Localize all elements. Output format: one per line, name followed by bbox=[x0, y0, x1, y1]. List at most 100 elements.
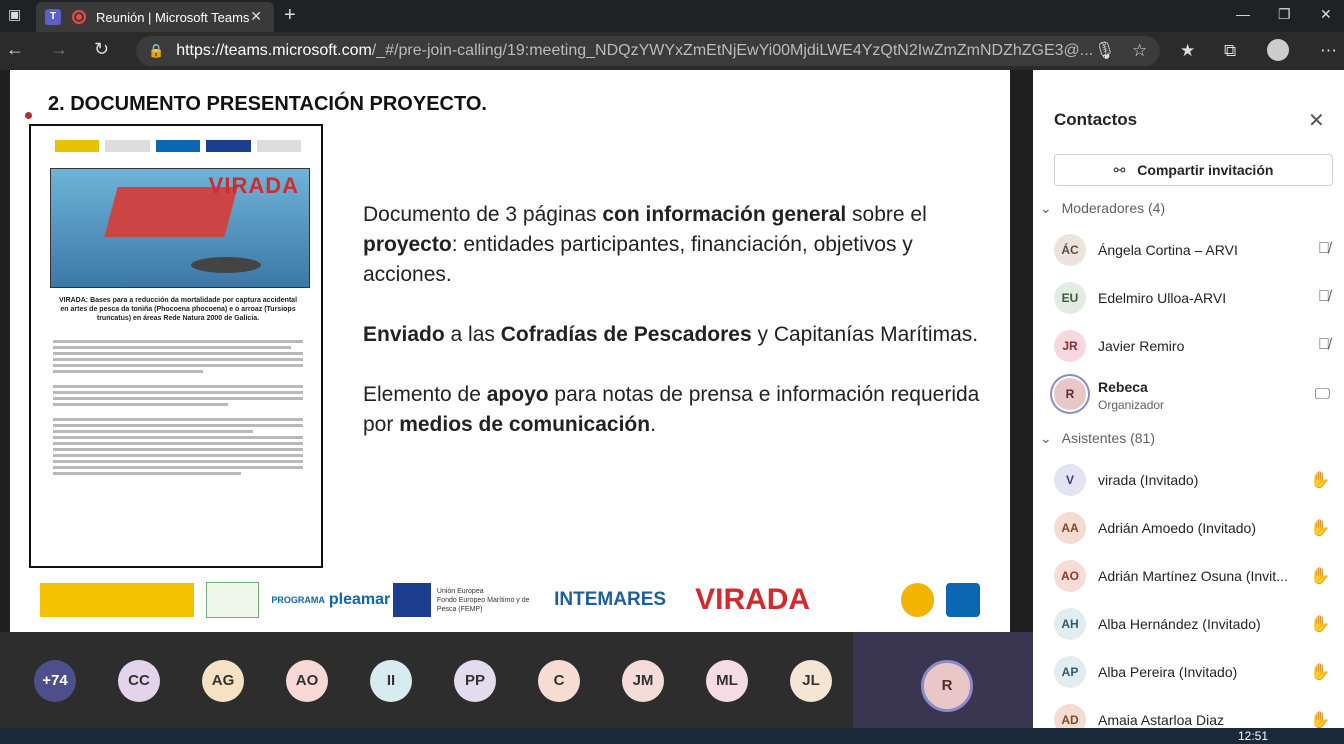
sponsor-logos: PROGRAMA pleamar Unión Europea Fondo Europ… bbox=[40, 580, 980, 620]
participant-avatar[interactable]: PP bbox=[454, 660, 496, 702]
fundacion-biodiversidad-logo bbox=[205, 582, 260, 618]
browser-tab-bar: ▣ T Reunión | Microsoft Teams ✕ + — ❐ ✕ bbox=[0, 0, 1344, 32]
favorites-icon[interactable]: ★ bbox=[1180, 41, 1195, 61]
close-tab-icon[interactable]: ✕ bbox=[250, 8, 262, 25]
document-banner-image: VIRADA bbox=[50, 168, 310, 288]
attendee-item[interactable]: AP Alba Pereira (Invitado) ✋ bbox=[1054, 656, 1344, 696]
panel-title: Contactos bbox=[1054, 110, 1138, 129]
moderator-item[interactable]: JR Javier Remiro 🎙̸ bbox=[1054, 330, 1344, 370]
person-name: Rebeca bbox=[1098, 379, 1148, 395]
add-favorite-icon[interactable]: ☆ bbox=[1132, 41, 1147, 61]
participant-avatar[interactable]: CC bbox=[118, 660, 160, 702]
raise-hand-icon: ✋ bbox=[1310, 472, 1330, 489]
person-name: Ángela Cortina – ARVI bbox=[1098, 242, 1238, 258]
avatar: JR bbox=[1054, 330, 1086, 362]
tab-actions-icon[interactable]: ▣ bbox=[8, 6, 21, 23]
attendee-item[interactable]: AA Adrián Amoedo (Invitado) ✋ bbox=[1054, 512, 1344, 552]
moderators-section-header[interactable]: ⌄ Moderadores (4) bbox=[1040, 200, 1165, 217]
person-name: virada (Invitado) bbox=[1098, 472, 1199, 488]
avatar: V bbox=[1054, 464, 1086, 496]
raise-hand-icon: ✋ bbox=[1310, 712, 1330, 729]
raise-hand-icon: ✋ bbox=[1310, 616, 1330, 633]
participant-avatar[interactable]: C bbox=[538, 660, 580, 702]
slide-paragraph-1: Documento de 3 páginas con información g… bbox=[363, 203, 927, 286]
slide-paragraph-3: Elemento de apoyo para notas de prensa e… bbox=[363, 383, 980, 436]
more-icon[interactable]: ⋯ bbox=[1320, 41, 1337, 61]
moderator-item[interactable]: R Rebeca Organizador 🖵 bbox=[1054, 376, 1344, 420]
mic-off-icon: 🎙̸ bbox=[1318, 288, 1330, 305]
intemares-logo: INTEMARES bbox=[554, 589, 667, 610]
participants-strip: +74 CC AG AO II PP C JM ML JL R bbox=[0, 632, 1033, 728]
participant-avatar[interactable]: ML bbox=[706, 660, 748, 702]
person-name: Alba Pereira (Invitado) bbox=[1098, 664, 1238, 680]
moderator-item[interactable]: EU Edelmiro Ulloa-ARVI 🎙̸ bbox=[1054, 282, 1344, 322]
person-name: Amaia Astarloa Diaz bbox=[1098, 712, 1225, 728]
url-host: https://teams.microsoft.com bbox=[176, 42, 372, 59]
person-name: Alba Hernández (Invitado) bbox=[1098, 616, 1261, 632]
attendee-item[interactable]: AO Adrián Martínez Osuna (Invit... ✋ bbox=[1054, 560, 1344, 600]
moderator-item[interactable]: ÁC Ángela Cortina – ARVI 🎙̸ bbox=[1054, 234, 1344, 274]
back-icon[interactable]: ← bbox=[6, 39, 24, 60]
maximize-icon[interactable]: ❐ bbox=[1278, 6, 1291, 23]
slide-title: 2. DOCUMENTO PRESENTACIÓN PROYECTO. bbox=[48, 93, 487, 115]
tab-title: Reunión | Microsoft Teams bbox=[96, 9, 250, 25]
avatar: R bbox=[1054, 378, 1086, 410]
document-thumbnail: VIRADA VIRADA: Bases para a reducción da… bbox=[29, 124, 323, 568]
raise-hand-icon: ✋ bbox=[1310, 520, 1330, 537]
chevron-down-icon: ⌄ bbox=[1040, 200, 1052, 216]
participant-avatar[interactable]: JM bbox=[622, 660, 664, 702]
address-bar[interactable]: 🔒 https://teams.microsoft.com/_#/pre-joi… bbox=[136, 36, 1160, 66]
participant-avatar[interactable]: AO bbox=[286, 660, 328, 702]
refresh-icon[interactable]: ↻ bbox=[94, 39, 109, 60]
gobierno-logo bbox=[40, 583, 194, 617]
slide-body-text: Documento de 3 páginas con información g… bbox=[363, 200, 983, 470]
avatar: AO bbox=[1054, 560, 1086, 592]
close-window-icon[interactable]: ✕ bbox=[1320, 6, 1332, 23]
browser-nav-bar: ← → ↻ 🔒 https://teams.microsoft.com/_#/p… bbox=[0, 32, 1344, 70]
tab-teams-meeting[interactable]: T Reunión | Microsoft Teams ✕ bbox=[36, 2, 274, 32]
raise-hand-icon: ✋ bbox=[1310, 568, 1330, 585]
avatar: AA bbox=[1054, 512, 1086, 544]
document-heading: VIRADA: Bases para a reducción da mortal… bbox=[58, 297, 298, 322]
avatar: ÁC bbox=[1054, 234, 1086, 266]
mic-off-icon: 🎙̸ bbox=[1318, 240, 1330, 257]
participant-avatar[interactable]: JL bbox=[790, 660, 832, 702]
clock: 12:51 bbox=[1238, 729, 1269, 743]
document-banner-title: VIRADA bbox=[208, 173, 299, 198]
share-invite-label: Compartir invitación bbox=[1137, 162, 1274, 178]
person-role: Organizador bbox=[1098, 398, 1165, 412]
virada-logo: VIRADA bbox=[695, 583, 811, 616]
lock-icon: 🔒 bbox=[148, 43, 165, 58]
self-video-tile[interactable]: R bbox=[853, 632, 1033, 728]
microphone-icon[interactable]: 🎙 bbox=[1094, 41, 1116, 61]
person-name: Javier Remiro bbox=[1098, 338, 1185, 354]
slide-paragraph-2: Enviado a las Cofradías de Pescadores y … bbox=[363, 323, 979, 346]
profile-avatar[interactable] bbox=[1267, 39, 1289, 61]
url-path: /_#/pre-join-calling/19:meeting_NDQzYWYx… bbox=[371, 42, 1094, 59]
teams-icon: T bbox=[45, 9, 61, 25]
dolphin-illustration bbox=[191, 257, 261, 273]
attendee-item[interactable]: AH Alba Hernández (Invitado) ✋ bbox=[1054, 608, 1344, 648]
close-icon[interactable]: ✕ bbox=[1308, 108, 1325, 133]
contacts-panel: Contactos ✕ ⚯ Compartir invitación ⌄ Mod… bbox=[1033, 70, 1344, 744]
raise-hand-icon: ✋ bbox=[1310, 664, 1330, 681]
union-europea-logo: Unión Europea Fondo Europeo Marítimo y de… bbox=[393, 583, 542, 617]
cofradia-logo bbox=[900, 583, 935, 617]
screen-share-icon: 🖵 bbox=[1314, 386, 1330, 403]
record-icon bbox=[72, 10, 86, 24]
new-tab-icon[interactable]: + bbox=[284, 4, 296, 27]
share-invite-button[interactable]: ⚯ Compartir invitación bbox=[1054, 154, 1333, 186]
attendee-item[interactable]: V virada (Invitado) ✋ bbox=[1054, 464, 1344, 504]
overflow-participants[interactable]: +74 bbox=[34, 660, 76, 702]
windows-taskbar: 12:51 bbox=[0, 728, 1344, 744]
minimize-icon[interactable]: — bbox=[1236, 6, 1250, 22]
participant-avatar[interactable]: AG bbox=[202, 660, 244, 702]
attendees-section-header[interactable]: ⌄ Asistentes (81) bbox=[1040, 430, 1155, 447]
forward-icon[interactable]: → bbox=[50, 39, 68, 60]
collections-icon[interactable]: ⧉ bbox=[1224, 41, 1236, 61]
bullet-icon bbox=[25, 112, 32, 119]
person-name: Adrián Amoedo (Invitado) bbox=[1098, 520, 1256, 536]
partner-logo bbox=[946, 583, 980, 617]
document-body-text bbox=[53, 340, 303, 478]
participant-avatar[interactable]: II bbox=[370, 660, 412, 702]
